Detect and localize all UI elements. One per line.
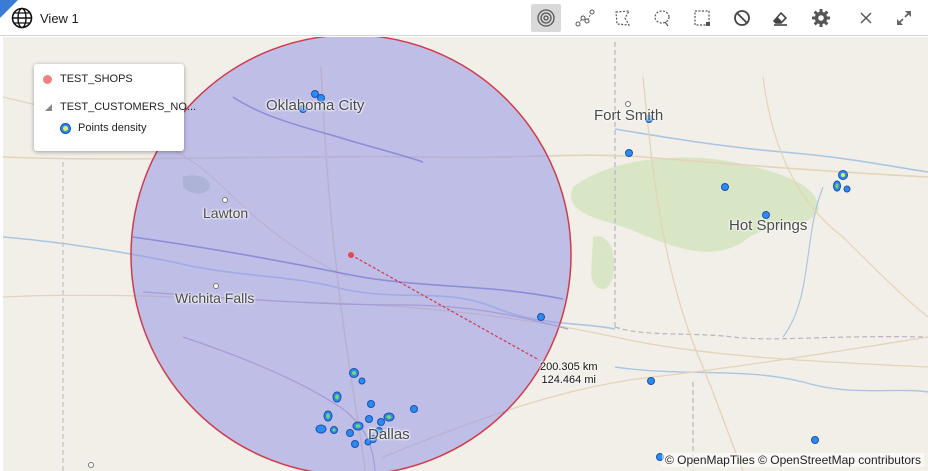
legend-item-customers[interactable]: TEST_CUSTOMERS_NO...: [45, 101, 196, 113]
ban-icon: [734, 10, 750, 26]
polygon-select-icon: [615, 10, 631, 26]
city-marker: [625, 101, 631, 107]
settings-tool-button[interactable]: [806, 4, 836, 32]
place-label-fort-smith: Fort Smith: [594, 107, 664, 124]
legend-item-shops[interactable]: TEST_SHOPS: [43, 73, 133, 85]
place-label-hot-springs: Hot Springs: [729, 217, 808, 234]
eraser-icon: [772, 11, 788, 26]
lasso-icon: [654, 10, 670, 27]
customer-point[interactable]: [365, 415, 373, 423]
measurement-km: 200.305 km: [540, 361, 598, 373]
measurement-mi: 124.464 mi: [541, 374, 596, 386]
customer-point[interactable]: [346, 429, 354, 437]
view-title: View 1: [40, 11, 79, 26]
customer-point[interactable]: [843, 185, 851, 193]
map-attribution[interactable]: © OpenMapTiles © OpenStreetMap contribut…: [661, 453, 924, 467]
customer-point[interactable]: [811, 436, 819, 444]
customer-point[interactable]: [625, 149, 633, 157]
legend-item-density[interactable]: Points density: [61, 122, 146, 134]
shops-marker-icon: [43, 74, 52, 84]
customer-point-core: [841, 173, 845, 177]
customer-point-core: [355, 424, 361, 428]
place-label-lawton: Lawton: [203, 205, 249, 221]
place-label-wichita-falls: Wichita Falls: [175, 290, 255, 306]
density-marker-icon: [61, 123, 70, 133]
customer-point-core: [352, 371, 356, 375]
rectangle-select-icon: [694, 10, 710, 26]
view-toolbar: View 1: [0, 0, 928, 36]
map-legend: TEST_SHOPS TEST_CUSTOMERS_NO... Points d…: [34, 64, 196, 151]
lasso-select-tool-button[interactable]: [647, 4, 677, 32]
customer-point[interactable]: [410, 405, 418, 413]
customer-point-core: [386, 415, 392, 419]
place-label-oklahoma-city: Oklahoma City: [266, 97, 365, 114]
collapse-triangle-icon[interactable]: [45, 103, 52, 111]
clear-selection-tool-button[interactable]: [727, 4, 757, 32]
expand-icon: [897, 11, 911, 25]
customer-point[interactable]: [377, 418, 385, 426]
customer-point[interactable]: [537, 313, 545, 321]
radius-tool-button[interactable]: [531, 4, 561, 32]
city-marker: [213, 283, 219, 289]
polyline-icon: [575, 9, 595, 27]
customer-point-core: [335, 394, 339, 400]
shop-point[interactable]: [348, 252, 354, 258]
gear-icon: [812, 9, 830, 27]
legend-label-density: Points density: [78, 122, 147, 134]
rectangle-select-tool-button[interactable]: [687, 4, 717, 32]
close-icon: [860, 12, 872, 24]
close-tool-button[interactable]: [851, 4, 881, 32]
customer-point[interactable]: [358, 377, 366, 385]
legend-label-customers: TEST_CUSTOMERS_NO...: [60, 101, 197, 113]
customer-point[interactable]: [315, 424, 327, 434]
legend-label-shops: TEST_SHOPS: [60, 73, 133, 85]
customer-point[interactable]: [721, 183, 729, 191]
city-marker: [88, 462, 94, 468]
measurement-label: 200.305 km 124.464 mi: [540, 361, 597, 387]
radius-icon: [537, 9, 555, 27]
customer-point[interactable]: [367, 400, 375, 408]
city-marker: [222, 197, 228, 203]
place-label-dallas: Dallas: [368, 426, 410, 443]
polyline-tool-button[interactable]: [570, 4, 600, 32]
customer-point-core: [332, 428, 336, 432]
polygon-select-tool-button[interactable]: [608, 4, 638, 32]
globe-icon: [11, 7, 33, 29]
customer-point[interactable]: [351, 440, 359, 448]
customer-point-core: [326, 413, 330, 419]
customer-point-core: [835, 183, 839, 189]
map-canvas[interactable]: Oklahoma City Fort Smith Lawton Hot Spri…: [3, 37, 928, 471]
eraser-tool-button[interactable]: [765, 4, 795, 32]
expand-tool-button[interactable]: [889, 4, 919, 32]
customer-point[interactable]: [647, 377, 655, 385]
